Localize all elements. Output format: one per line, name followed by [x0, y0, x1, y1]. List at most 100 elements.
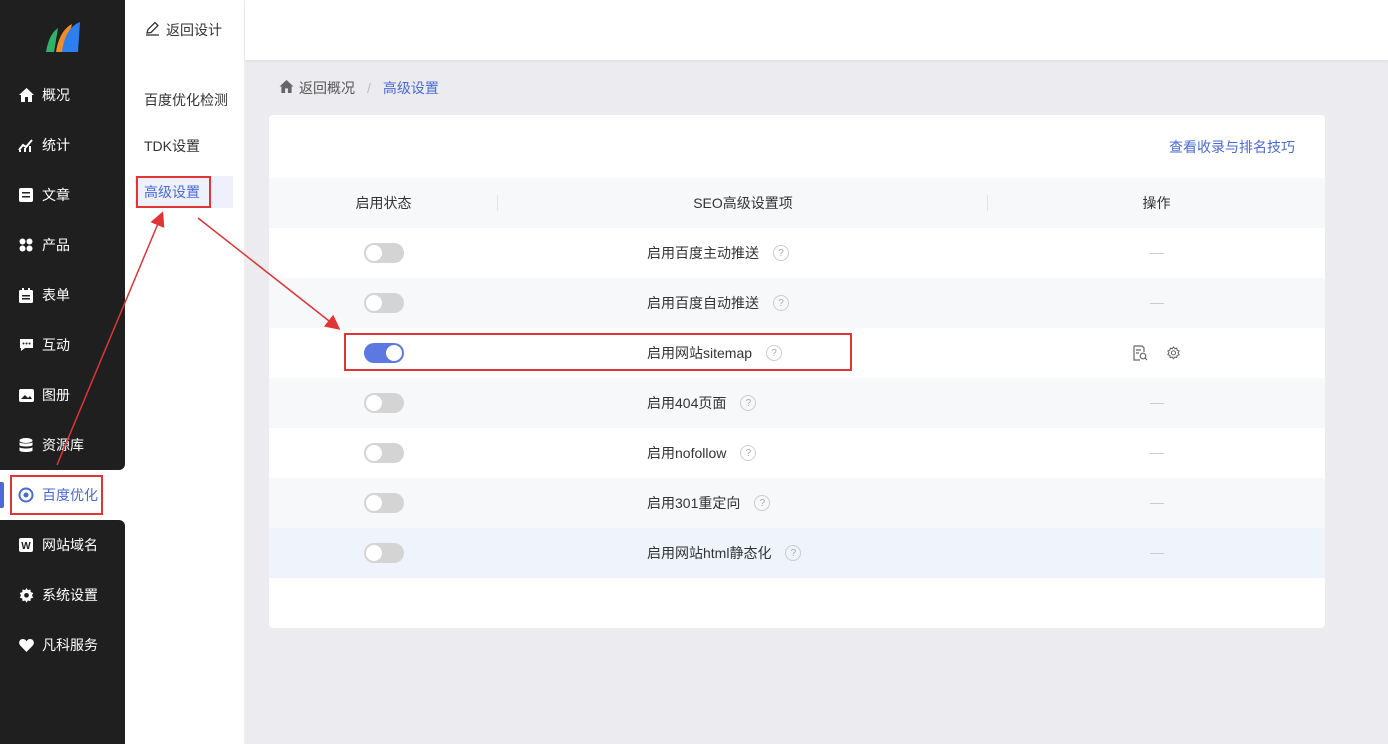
no-action-dash: [1149, 502, 1164, 504]
enable-toggle[interactable]: [363, 393, 404, 413]
sidebar-item-label: 系统设置: [42, 587, 98, 603]
enable-toggle[interactable]: [363, 493, 404, 513]
no-action-dash: [1149, 252, 1164, 254]
sidebar-item-forms[interactable]: 表单: [0, 270, 125, 320]
toggle-knob: [365, 395, 382, 411]
w-icon: W: [18, 537, 34, 553]
breadcrumb-separator: /: [367, 80, 371, 96]
sidebar-item-label: 统计: [42, 137, 70, 153]
calendar-icon: [18, 287, 34, 303]
no-action-dash: [1149, 452, 1164, 454]
view-doc-icon[interactable]: [1132, 345, 1148, 361]
home-icon: [18, 87, 34, 103]
image-icon: [18, 387, 34, 403]
edit-icon: [145, 21, 160, 39]
sidebar-item-stats[interactable]: 统计: [0, 120, 125, 170]
back-to-design-label: 返回设计: [166, 22, 222, 38]
sidebar-item-albums[interactable]: 图册: [0, 370, 125, 420]
table-row: 启用百度自动推送?: [269, 278, 1325, 328]
sidebar-item-label: 表单: [42, 287, 70, 303]
subnav-item-label: 高级设置: [144, 184, 200, 200]
enable-toggle[interactable]: [363, 293, 404, 313]
chart-icon: [18, 137, 34, 153]
no-action-dash: [1149, 302, 1164, 304]
sidebar-item-baidu-seo[interactable]: 百度优化: [0, 470, 125, 520]
help-icon[interactable]: ?: [766, 345, 783, 361]
sidebar-item-interaction[interactable]: 互动: [0, 320, 125, 370]
toggle-knob: [365, 295, 382, 311]
sidebar-item-resources[interactable]: 资源库: [0, 420, 125, 470]
active-indicator: [0, 482, 4, 508]
sidebar-item-label: 产品: [42, 237, 70, 253]
subnav-item-advanced[interactable]: 高级设置: [135, 176, 233, 208]
setting-label: 启用301重定向: [647, 495, 741, 511]
setting-label: 启用网站sitemap: [647, 345, 753, 361]
main-sidebar: 概况 统计 文章 产品 表单 互动 图册 资源库 百度优化 W 网站域名 系统设…: [0, 0, 125, 744]
enable-toggle[interactable]: [363, 543, 404, 563]
help-icon[interactable]: ?: [740, 395, 757, 411]
article-icon: [18, 187, 34, 203]
help-icon[interactable]: ?: [754, 495, 771, 511]
gear-icon: [18, 587, 34, 603]
sidebar-item-label: 概况: [42, 87, 70, 103]
enable-toggle[interactable]: [363, 443, 404, 463]
sidebar-item-label: 互动: [42, 337, 70, 353]
table-header: 启用状态 SEO高级设置项 操作: [269, 178, 1325, 228]
toggle-knob: [365, 245, 382, 261]
no-action-dash: [1149, 552, 1164, 554]
help-icon[interactable]: ?: [773, 245, 789, 261]
no-action-dash: [1149, 402, 1164, 404]
column-header-label: SEO高级设置项: [693, 195, 793, 211]
enable-toggle[interactable]: [363, 243, 404, 263]
sidebar-item-services[interactable]: 凡科服务: [0, 620, 125, 670]
table-row: 启用百度主动推送?: [269, 228, 1325, 278]
seo-advanced-card: 查看收录与排名技巧 启用状态 SEO高级设置项 操作 启用百度主动推送? 启用百…: [269, 115, 1325, 628]
subnav-item-label: 百度优化检测: [144, 92, 228, 108]
grid-icon: [18, 237, 34, 253]
sidebar-item-articles[interactable]: 文章: [0, 170, 125, 220]
breadcrumb-back-link[interactable]: 返回概况: [299, 78, 355, 98]
column-header-actions: 操作: [988, 178, 1325, 228]
table-row: 启用404页面?: [269, 378, 1325, 428]
subnav-item-detection[interactable]: 百度优化检测: [135, 84, 233, 116]
sidebar-item-label: 网站域名: [42, 537, 98, 553]
column-header-item: SEO高级设置项: [498, 178, 988, 228]
toggle-knob: [385, 345, 402, 361]
help-icon[interactable]: ?: [785, 545, 802, 561]
column-header-status: 启用状态: [269, 178, 498, 228]
sidebar-item-label: 百度优化: [42, 487, 98, 503]
sidebar-item-label: 图册: [42, 387, 70, 403]
column-header-label: 启用状态: [355, 195, 412, 211]
sidebar-item-label: 凡科服务: [42, 637, 98, 653]
toggle-knob: [365, 495, 382, 511]
top-header: [245, 0, 1388, 60]
enable-toggle[interactable]: [363, 343, 404, 363]
toggle-knob: [365, 445, 382, 461]
sidebar-item-domain[interactable]: W 网站域名: [0, 520, 125, 570]
sidebar-item-overview[interactable]: 概况: [0, 70, 125, 120]
target-icon: [18, 487, 34, 503]
chat-icon: [18, 337, 34, 353]
back-to-design-button[interactable]: 返回设计: [125, 0, 245, 60]
subnav-item-tdk[interactable]: TDK设置: [135, 130, 233, 162]
sidebar-item-products[interactable]: 产品: [0, 220, 125, 270]
breadcrumb: 返回概况 / 高级设置: [279, 78, 439, 98]
toggle-knob: [365, 545, 382, 561]
setting-label: 启用百度自动推送: [647, 295, 759, 311]
help-icon[interactable]: ?: [740, 445, 757, 461]
column-header-label: 操作: [1142, 195, 1171, 211]
setting-label: 启用百度主动推送: [647, 245, 759, 261]
settings-icon[interactable]: [1166, 345, 1181, 361]
subnav-item-label: TDK设置: [144, 138, 200, 154]
ranking-tips-link[interactable]: 查看收录与排名技巧: [1169, 137, 1295, 157]
sidebar-item-settings[interactable]: 系统设置: [0, 570, 125, 620]
secondary-nav: 返回设计 百度优化检测 TDK设置 高级设置: [125, 0, 245, 744]
table-row: 启用网站html静态化?: [269, 528, 1325, 578]
setting-label: 启用网站html静态化: [647, 545, 772, 561]
table-row: 启用网站sitemap?: [269, 328, 1325, 378]
setting-label: 启用404页面: [647, 395, 727, 411]
home-icon[interactable]: [279, 80, 294, 96]
table-row: 启用nofollow?: [269, 428, 1325, 478]
database-icon: [18, 437, 34, 453]
help-icon[interactable]: ?: [773, 295, 789, 311]
